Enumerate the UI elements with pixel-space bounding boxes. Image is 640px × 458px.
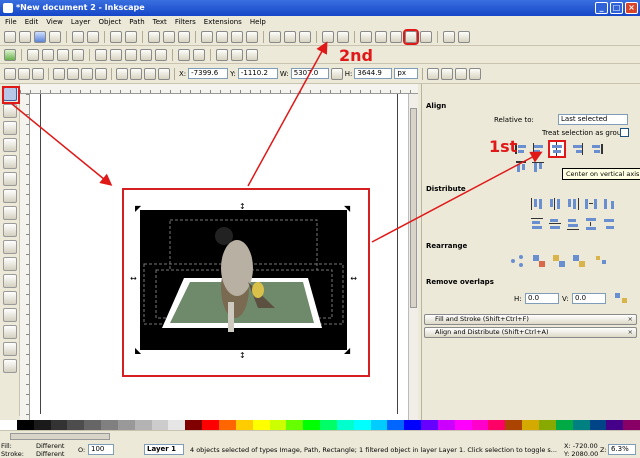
arrow-tool-to-image: [11, 103, 113, 186]
palette-swatch[interactable]: [67, 420, 85, 430]
palette-swatch[interactable]: [50, 420, 68, 430]
palette-swatch[interactable]: [437, 420, 455, 430]
cursor-y: Y: 2080.00: [564, 450, 599, 458]
palette-swatch[interactable]: [218, 420, 236, 430]
palette-swatch[interactable]: [269, 420, 287, 430]
horizontal-scrollbar-thumb[interactable]: [10, 433, 110, 440]
zoom-label: Z:: [600, 446, 607, 454]
palette-swatch[interactable]: [33, 420, 51, 430]
palette-swatch[interactable]: [235, 420, 253, 430]
palette-swatch[interactable]: [370, 420, 388, 430]
second-step-callout: 2nd: [339, 46, 373, 65]
palette-swatch[interactable]: [505, 420, 523, 430]
horizontal-scrollbar[interactable]: [0, 430, 640, 442]
palette-swatch[interactable]: [336, 420, 354, 430]
layer-select[interactable]: Layer 1: [144, 444, 184, 455]
opacity-label: O:: [78, 446, 86, 454]
palette-swatch[interactable]: [353, 420, 371, 430]
palette-swatch[interactable]: [286, 420, 304, 430]
palette-swatch[interactable]: [185, 420, 203, 430]
palette-swatch[interactable]: [623, 420, 640, 430]
tutorial-annotations: [11, 41, 543, 243]
palette-swatch[interactable]: [488, 420, 506, 430]
status-bar: Fill: Different Stroke: Different O: 100…: [0, 442, 640, 458]
stroke-value: Different: [36, 450, 65, 458]
fill-label: Fill:: [1, 442, 12, 450]
palette-swatch[interactable]: [117, 420, 135, 430]
palette-swatch[interactable]: [16, 420, 34, 430]
palette-swatch[interactable]: [202, 420, 219, 430]
opacity-field[interactable]: 100: [88, 444, 114, 455]
palette-swatch[interactable]: [421, 420, 438, 430]
status-message: 4 objects selected of types Image, Path,…: [190, 446, 557, 454]
palette-swatch[interactable]: [522, 420, 539, 430]
palette-swatch[interactable]: [404, 420, 422, 430]
palette-swatch[interactable]: [471, 420, 489, 430]
palette-swatch[interactable]: [454, 420, 472, 430]
palette-swatch[interactable]: [101, 420, 118, 430]
palette-swatch[interactable]: [0, 420, 17, 430]
palette-swatch[interactable]: [303, 420, 321, 430]
palette-swatch[interactable]: [320, 420, 337, 430]
palette-swatch[interactable]: [589, 420, 607, 430]
palette-swatch[interactable]: [151, 420, 169, 430]
palette-swatch[interactable]: [84, 420, 102, 430]
cursor-x: X: -720.00: [564, 442, 598, 450]
arrow-image-to-toolbar: [247, 41, 328, 187]
zoom-field[interactable]: 6.3%: [608, 444, 636, 455]
selector-tool-highlight: [2, 86, 20, 104]
fill-value: Different: [36, 442, 65, 450]
palette-swatch[interactable]: [555, 420, 573, 430]
palette-swatch[interactable]: [539, 420, 556, 430]
palette-swatch[interactable]: [606, 420, 624, 430]
palette-swatch[interactable]: [252, 420, 270, 430]
palette-swatch[interactable]: [572, 420, 590, 430]
arrow-image-to-align-button: [371, 151, 543, 243]
palette-swatch[interactable]: [387, 420, 405, 430]
color-palette[interactable]: [0, 420, 640, 430]
palette-swatch[interactable]: [134, 420, 152, 430]
first-step-callout: 1st: [489, 137, 518, 156]
palette-swatch[interactable]: [168, 420, 186, 430]
stroke-label: Stroke:: [1, 450, 24, 458]
